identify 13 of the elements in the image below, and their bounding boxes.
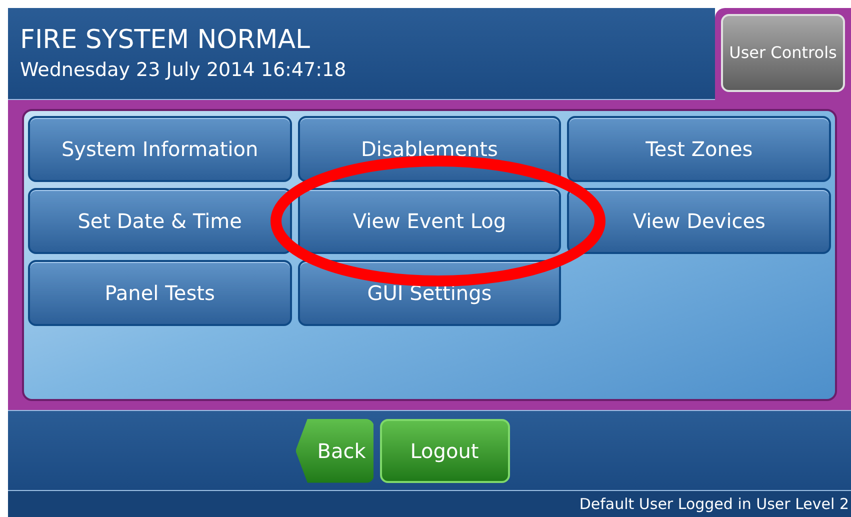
user-controls-tab[interactable]: User Controls [715, 8, 851, 100]
logout-button[interactable]: Logout [380, 418, 510, 483]
menu-button[interactable]: View Devices [567, 188, 831, 254]
menu-button[interactable]: Panel Tests [28, 260, 292, 326]
back-button[interactable]: Back [296, 418, 374, 483]
user-controls-button[interactable]: User Controls [721, 14, 845, 92]
menu-button[interactable]: Test Zones [567, 116, 831, 182]
date-time: Wednesday 23 July 2014 16:47:18 [20, 58, 348, 82]
menu-button[interactable]: System Information [28, 116, 292, 182]
menu-button[interactable]: Set Date & Time [28, 188, 292, 254]
system-status-title: FIRE SYSTEM NORMAL [20, 24, 311, 56]
status-text: Default User Logged in User Level 2 [579, 494, 849, 515]
menu-button[interactable]: View Event Log [298, 188, 562, 254]
